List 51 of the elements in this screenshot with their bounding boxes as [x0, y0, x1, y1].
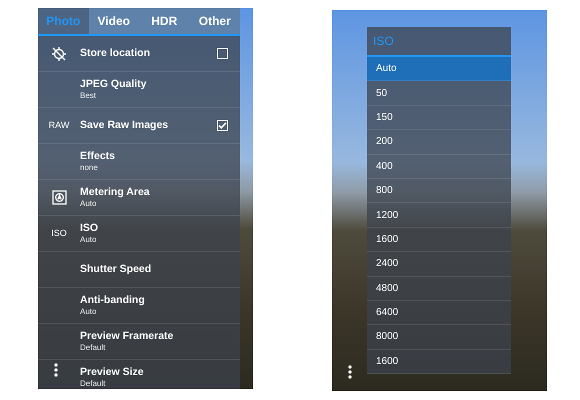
- setting-value: Auto: [80, 199, 98, 210]
- menu-option[interactable]: 50: [367, 81, 511, 106]
- setting-title: ISO: [80, 222, 100, 236]
- tab[interactable]: Video: [88, 8, 139, 34]
- setting-value: none: [80, 163, 99, 174]
- menu-option[interactable]: 4800: [367, 276, 511, 301]
- settings-row[interactable]: ISO ISO Auto: [38, 216, 240, 252]
- settings-row[interactable]: Preview Framerate Default: [38, 324, 240, 360]
- setting-value: Auto: [80, 235, 98, 246]
- settings-row[interactable]: JPEG Quality Best: [38, 72, 240, 108]
- more-options-icon[interactable]: [348, 365, 352, 379]
- checkbox[interactable]: [217, 120, 228, 131]
- settings-row[interactable]: Effects none: [38, 144, 240, 180]
- setting-value: Default: [80, 343, 106, 354]
- setting-title: Metering Area: [80, 186, 151, 200]
- menu-title: ISO: [373, 33, 394, 50]
- menu-option[interactable]: 200: [367, 130, 511, 155]
- setting-title: Anti-banding: [80, 294, 146, 308]
- icon-label: ISO: [51, 226, 67, 240]
- setting-title: Store location: [80, 46, 152, 60]
- settings-row[interactable]: Anti-banding Auto: [38, 288, 240, 324]
- tab[interactable]: HDR: [139, 8, 190, 34]
- menu-option[interactable]: 400: [367, 154, 511, 179]
- menu-option[interactable]: Auto: [367, 57, 511, 82]
- menu-option[interactable]: 150: [367, 106, 511, 130]
- settings-row[interactable]: Store location: [38, 36, 240, 72]
- setting-value: Best: [80, 91, 98, 102]
- settings-row[interactable]: Metering Area Auto: [38, 180, 240, 216]
- setting-value: Default: [80, 379, 106, 389]
- menu-option[interactable]: 1600: [367, 228, 511, 252]
- menu-option[interactable]: 6400: [367, 300, 511, 326]
- setting-title: JPEG Quality: [80, 78, 148, 92]
- menu-option[interactable]: 800: [367, 178, 511, 204]
- setting-value: Auto: [80, 307, 98, 318]
- settings-row[interactable]: RAW Save Raw Images: [38, 108, 240, 144]
- more-options-icon[interactable]: [54, 363, 58, 377]
- setting-title: Preview Size: [80, 366, 145, 380]
- location-off-icon: [51, 46, 67, 62]
- settings-row[interactable]: Shutter Speed: [38, 252, 240, 288]
- menu-option[interactable]: 8000: [367, 325, 511, 350]
- menu-option[interactable]: 2400: [367, 252, 511, 277]
- checkbox[interactable]: [217, 48, 228, 59]
- setting-title: Save Raw Images: [80, 118, 170, 132]
- menu-option[interactable]: 1200: [367, 203, 511, 228]
- setting-title: Shutter Speed: [80, 262, 152, 276]
- setting-title: Effects: [80, 150, 116, 164]
- icon-label: RAW: [48, 118, 70, 132]
- menu-option[interactable]: 1600: [367, 350, 511, 374]
- setting-title: Preview Framerate: [80, 330, 174, 344]
- metering-icon: [52, 190, 66, 205]
- tab[interactable]: Other: [190, 8, 240, 34]
